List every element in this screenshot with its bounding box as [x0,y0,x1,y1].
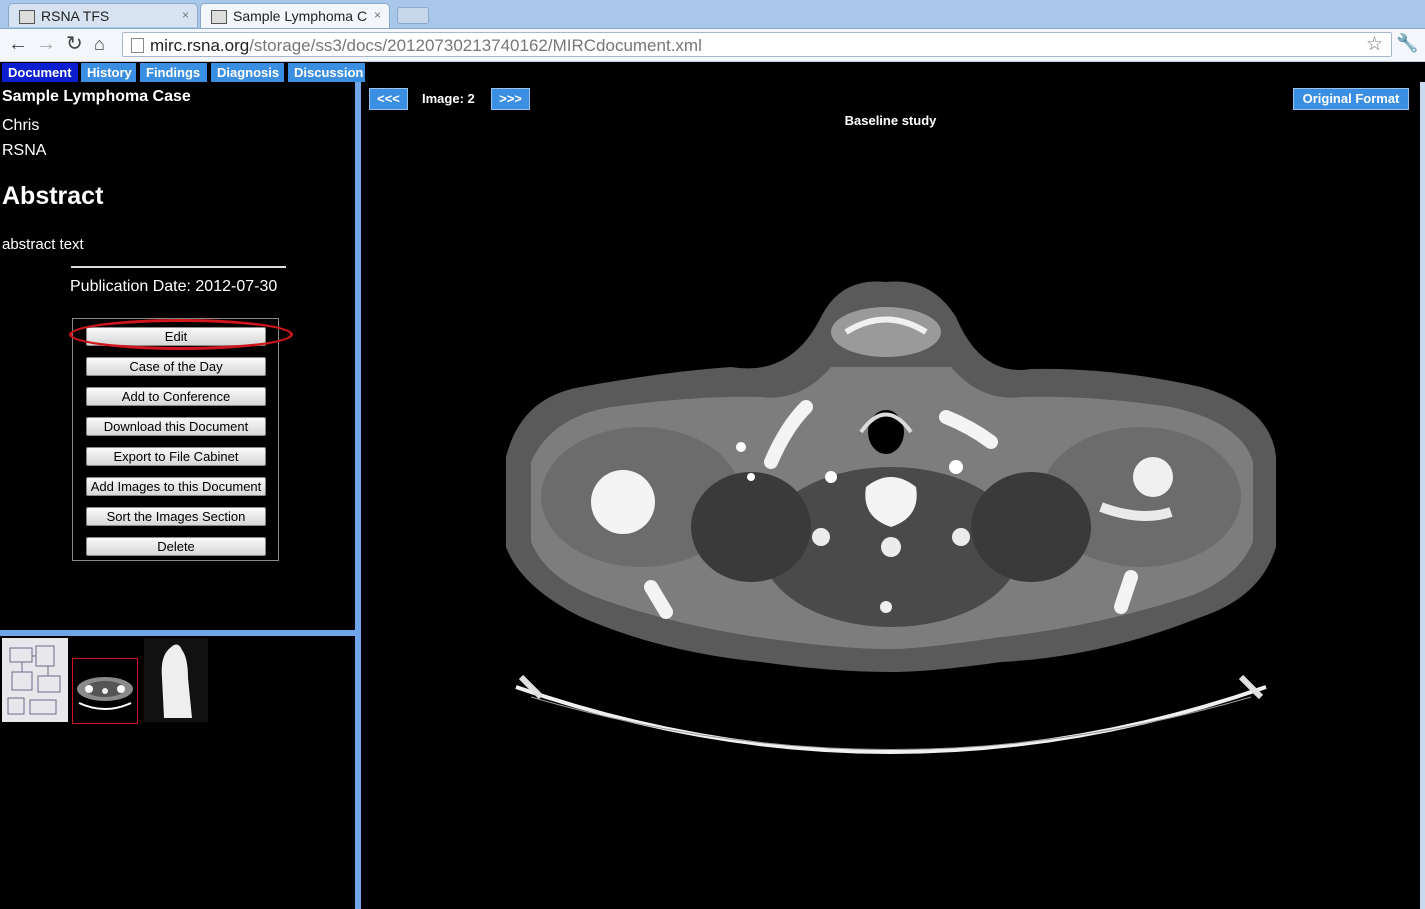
tab-document[interactable]: Document [2,63,78,82]
previous-image-button[interactable]: <<< [369,88,408,110]
abstract-heading: Abstract [2,182,104,210]
document-actions-panel: Edit Case of the Day Add to Conference D… [72,318,279,561]
url-text: mirc.rsna.org/storage/ss3/docs/201207302… [150,36,702,55]
address-bar[interactable]: mirc.rsna.org/storage/ss3/docs/201207302… [122,32,1392,57]
publication-date: Publication Date: 2012-07-30 [70,278,278,295]
thumbnail-image-3[interactable] [144,638,208,722]
forward-arrow-icon[interactable]: → [36,33,56,55]
thumbnail-pane [0,636,355,909]
case-of-the-day-button[interactable]: Case of the Day [86,357,266,376]
page-document-icon [131,38,144,53]
abstract-text: abstract text [2,236,84,253]
sort-images-button[interactable]: Sort the Images Section [86,507,266,526]
document-info-pane: Sample Lymphoma Case Chris RSNA Abstract… [0,82,355,630]
close-icon[interactable]: × [374,8,381,22]
browser-tab-strip: RSNA TFS × Sample Lymphoma C × [0,0,1425,29]
browser-tab-label: Sample Lymphoma C [233,8,368,24]
wrench-menu-icon[interactable]: 🔧 [1396,33,1418,54]
bookmark-star-icon[interactable]: ☆ [1366,33,1383,56]
document-tab-bar: Document History Findings Diagnosis Disc… [0,62,1425,82]
browser-toolbar: ← → ↻ ⌂ mirc.rsna.org/storage/ss3/docs/2… [0,29,1425,62]
author-name: Chris [2,117,40,134]
back-arrow-icon[interactable]: ← [8,33,28,55]
add-to-conference-button[interactable]: Add to Conference [86,387,266,406]
page-favicon-icon [211,10,227,24]
tab-diagnosis[interactable]: Diagnosis [211,63,284,82]
new-tab-button[interactable] [397,7,429,24]
next-image-button[interactable]: >>> [491,88,530,110]
close-icon[interactable]: × [182,8,189,22]
browser-tab-label: RSNA TFS [41,8,110,24]
thumbnail-image-1[interactable] [2,638,68,722]
tab-history[interactable]: History [81,63,136,82]
original-format-button[interactable]: Original Format [1293,88,1409,110]
reload-icon[interactable]: ↻ [66,33,83,55]
page-favicon-icon [19,10,35,24]
ct-thumbnail-graphic [77,677,133,710]
tab-discussion[interactable]: Discussion [288,63,365,82]
document-title: Sample Lymphoma Case [2,88,191,105]
tab-findings[interactable]: Findings [140,63,207,82]
window-right-edge [1420,82,1425,909]
browser-tab-rsna-tfs[interactable]: RSNA TFS × [8,3,198,27]
thumbnail-image-2-selected[interactable] [72,658,138,724]
ct-scan-image[interactable] [501,277,1281,837]
download-document-button[interactable]: Download this Document [86,417,266,436]
delete-button[interactable]: Delete [86,537,266,556]
image-viewer: <<< Image: 2 >>> Original Format Baselin… [361,82,1420,909]
browser-tab-sample-lymphoma[interactable]: Sample Lymphoma C × [200,3,390,28]
export-to-file-cabinet-button[interactable]: Export to File Cabinet [86,447,266,466]
add-images-button[interactable]: Add Images to this Document [86,477,266,496]
divider [71,266,286,268]
image-caption: Baseline study [844,113,937,128]
image-number-label: Image: 2 [422,91,475,106]
edit-highlight-annotation [69,319,293,350]
home-icon[interactable]: ⌂ [94,33,105,55]
author-affiliation: RSNA [2,142,47,159]
